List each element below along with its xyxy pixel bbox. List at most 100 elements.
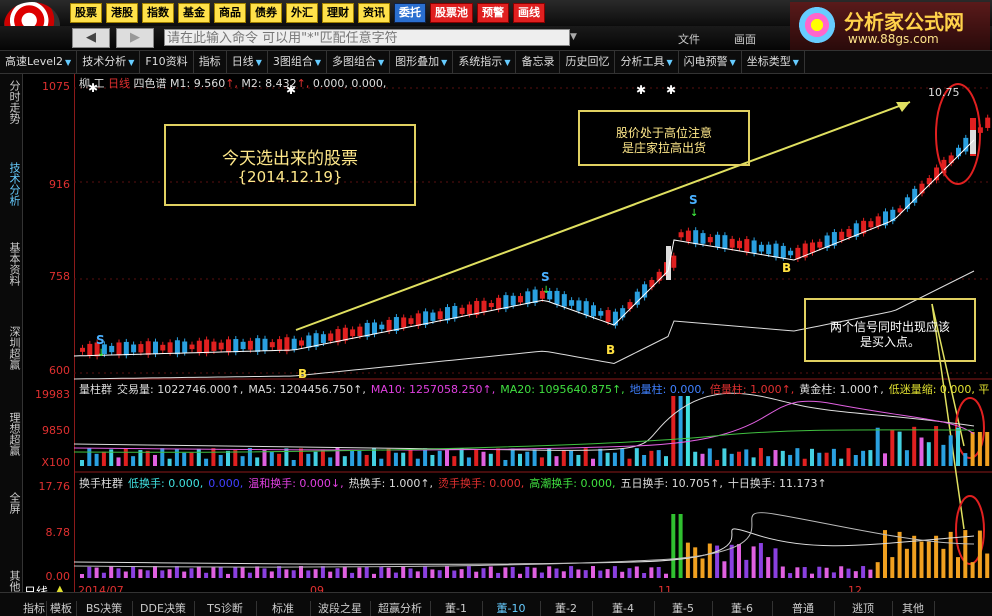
toolbar-item[interactable]: 闪电预警 ▼ [679,51,742,73]
candlestick [123,341,129,356]
bottom-tab[interactable]: 董-1 [430,601,483,616]
turnover-bar [810,573,814,578]
bottom-tab[interactable]: TS诊断 [194,601,257,616]
bottom-tab[interactable]: 其他 [892,601,935,616]
turnover-bar [255,566,260,578]
volume-bar [320,449,325,466]
menu-button[interactable]: 债券 [250,3,282,23]
left-nav-item[interactable]: 分时走势 [2,80,21,124]
menu-button[interactable]: 外汇 [286,3,318,23]
volume-bar [802,458,807,466]
turnover-bar [605,569,610,578]
turnover-bar [861,566,866,578]
chevron-down-icon[interactable]: ▼ [570,32,577,42]
menu-button[interactable]: 指数 [142,3,174,23]
bottom-tab[interactable]: 董-6 [712,601,773,616]
left-nav-item[interactable]: 其他 [2,570,21,592]
volume-bar [693,451,698,466]
candlestick [671,255,677,268]
m1-value: 9.560 [193,77,226,90]
bottom-tab[interactable]: 指标 [22,601,47,616]
candlestick [357,326,363,336]
bottom-tab[interactable]: 董-10 [482,601,541,616]
candlestick [488,303,494,308]
menu-button[interactable]: 委托 [394,3,426,23]
candlestick [211,341,217,351]
left-nav-item[interactable]: 理想超赢 [2,412,21,456]
candlestick [153,341,158,355]
toolbar-item[interactable]: 系统指示 ▼ [453,51,517,73]
left-nav-item[interactable]: 基本资料 [2,242,21,286]
candlestick [342,327,348,341]
bottom-tab[interactable]: 波段之星 [310,601,371,616]
candlestick [116,342,122,356]
price-legend: 柳 工 日线 四色谱 M1: 9.560↑, M2: 8.432↑, 0.000… [79,77,387,90]
bottom-tab[interactable]: 普通 [772,601,835,616]
menu-button[interactable]: 商品 [214,3,246,23]
bottom-tab[interactable]: 董-5 [654,601,713,616]
forward-button[interactable]: ▶ [116,28,154,48]
toolbar-item[interactable]: 分析工具 ▼ [615,51,679,73]
turnover-bar [423,566,428,578]
candlestick [401,317,407,328]
toolbar-item[interactable]: 坐标类型 ▼ [742,51,805,73]
bottom-tab[interactable]: 模板 [46,601,77,616]
volume-bar [401,452,406,466]
turnover-bar [525,566,530,578]
command-input[interactable]: 请在此输入命令 可以用"*"匹配任意字符 [164,29,570,46]
candlestick [518,296,523,303]
volume-bar [510,448,515,466]
volume-bar [350,450,355,466]
bottom-tab[interactable]: 董-4 [592,601,655,616]
price-axis-label: 758 [49,270,70,283]
volume-bar [664,456,668,466]
toolbar-item[interactable]: 历史回忆 [560,51,616,73]
bottom-tab[interactable]: 逃顶 [834,601,893,616]
left-nav-item[interactable]: 深圳超赢 [2,326,21,370]
turnover-bar [839,566,844,578]
menu-button[interactable]: 画线 [513,3,545,23]
turnover-bar [780,566,785,578]
volume-bar [189,452,194,466]
bottom-tab[interactable]: 标准 [256,601,311,616]
menu-file[interactable]: 文件 [678,31,700,47]
bottom-tab[interactable]: DDE决策 [132,601,195,616]
turnover-bar [306,570,311,578]
menu-button[interactable]: 股票池 [430,3,473,23]
turnover-bar [488,566,493,578]
menu-button[interactable]: 预警 [477,3,509,23]
menu-button[interactable]: 理财 [322,3,354,23]
legend-item: 烫手换手: 0.000, [438,477,525,490]
toolbar-item[interactable]: 3图组合 ▼ [268,51,327,73]
toolbar-item-label: 3图组合 [272,55,313,68]
candlestick [685,230,691,242]
menu-button[interactable]: 股票 [70,3,102,23]
volume-bar [481,451,486,466]
toolbar-item[interactable]: 备忘录 [516,51,561,73]
volume-legend: 量柱群 交易量: 1022746.000↑, MA5: 1204456.750↑, M… [79,381,992,397]
menu-screen[interactable]: 画面 [734,31,756,47]
menu-button[interactable]: 基金 [178,3,210,23]
bottom-tab[interactable]: 超赢分析 [370,601,431,616]
volume-bar [926,442,931,466]
bottom-tab[interactable]: BS决策 [76,601,133,616]
volume-bar [700,453,705,466]
menu-button[interactable]: 资讯 [358,3,390,23]
toolbar-item[interactable]: F10资料 [140,51,194,73]
toolbar-item[interactable]: 高速Level2 ▼ [0,51,78,73]
left-nav-item[interactable]: 全屏 [2,492,21,514]
menu-button[interactable]: 港股 [106,3,138,23]
toolbar-item[interactable]: 技术分析 ▼ [77,51,141,73]
m2-label: M2: [241,77,262,90]
toolbar-item[interactable]: 图形叠加 ▼ [390,51,454,73]
left-nav-item[interactable]: 技术分析 [2,162,21,206]
toolbar-item[interactable]: 指标 [194,51,227,73]
toolbar-item[interactable]: 多图组合 ▼ [327,51,391,73]
main-menu: 股票 港股 指数 基金 商品 债券 外汇 理财 资讯 委托 股票池 预警 画线 [70,3,545,23]
toolbar-item[interactable]: 日线 ▼ [227,51,268,73]
bottom-tab[interactable]: 董-2 [540,601,593,616]
volume-bar [80,460,84,466]
turnover-bar [831,572,836,578]
back-button[interactable]: ◀ [72,28,110,48]
turnover-bar [233,566,238,578]
